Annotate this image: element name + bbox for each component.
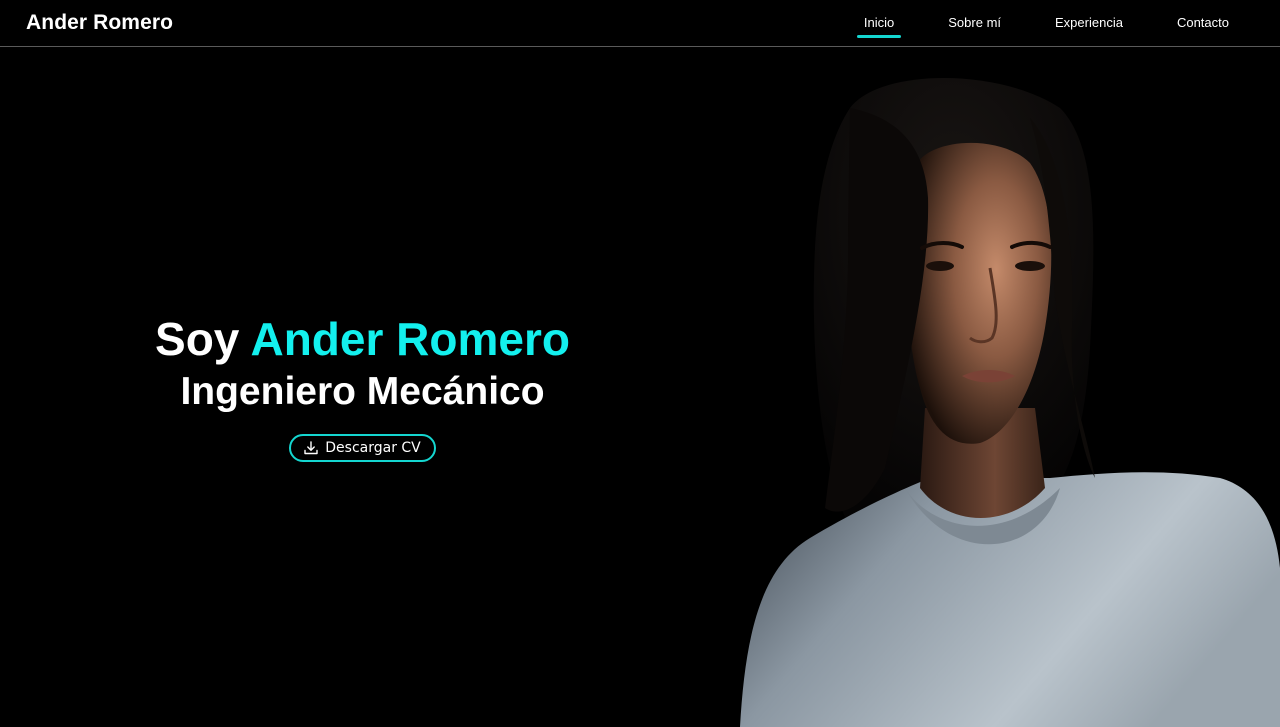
download-icon	[303, 440, 319, 456]
nav-item-inicio[interactable]: Inicio	[856, 14, 902, 38]
hero-heading: Soy Ander Romero	[0, 310, 725, 368]
nav-item-experiencia[interactable]: Experiencia	[1055, 14, 1123, 32]
hero-greeting: Soy	[155, 313, 240, 365]
nav-item-sobre-mi[interactable]: Sobre mí	[948, 14, 1001, 32]
main-nav: Inicio Sobre mí Experiencia Contacto	[856, 14, 1229, 38]
site-logo[interactable]: Ander Romero	[26, 11, 173, 35]
page: Ander Romero Inicio Sobre mí Experiencia…	[0, 0, 1280, 727]
hero-name: Ander Romero	[250, 313, 570, 365]
hero-intro: Soy Ander Romero Ingeniero Mecánico Desc…	[0, 310, 725, 462]
download-cv-button[interactable]: Descargar CV	[289, 434, 436, 462]
portrait-photo	[700, 48, 1280, 727]
download-cv-label: Descargar CV	[325, 440, 421, 456]
hero-role: Ingeniero Mecánico	[180, 370, 545, 413]
site-header: Ander Romero Inicio Sobre mí Experiencia…	[0, 0, 1280, 47]
nav-item-contacto[interactable]: Contacto	[1177, 14, 1229, 32]
